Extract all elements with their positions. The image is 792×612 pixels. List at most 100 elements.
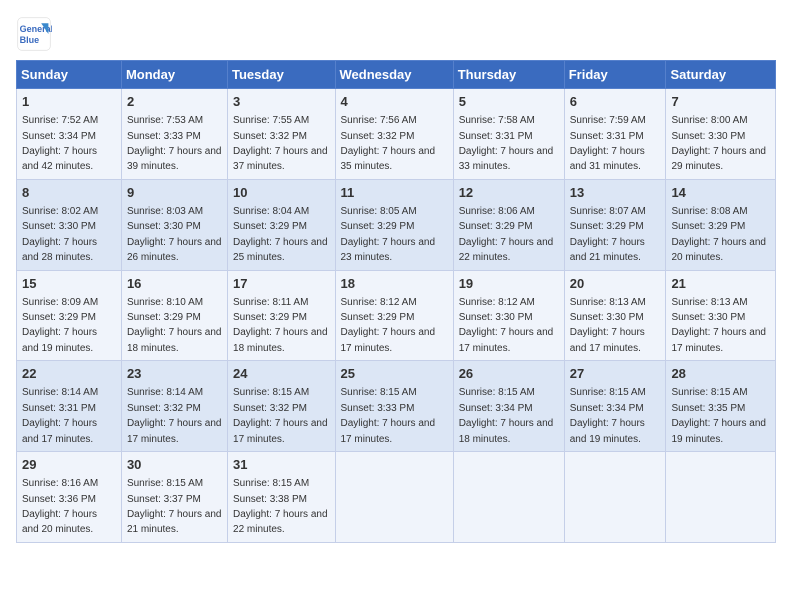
- day-number: 27: [570, 365, 661, 383]
- sunset-info: Sunset: 3:30 PM: [459, 312, 533, 323]
- day-number: 17: [233, 275, 329, 293]
- day-number: 3: [233, 93, 329, 111]
- weekday-header: Friday: [564, 61, 666, 89]
- day-number: 30: [127, 456, 222, 474]
- daylight-info: Daylight: 7 hours and 18 minutes.: [127, 327, 222, 353]
- daylight-info: Daylight: 7 hours and 29 minutes.: [671, 146, 766, 172]
- weekday-header: Tuesday: [228, 61, 335, 89]
- sunrise-info: Sunrise: 7:58 AM: [459, 115, 535, 126]
- sunrise-info: Sunrise: 8:11 AM: [233, 297, 308, 308]
- logo: General Blue: [16, 16, 52, 52]
- calendar-cell: 22Sunrise: 8:14 AMSunset: 3:31 PMDayligh…: [17, 361, 122, 452]
- calendar-cell: [453, 452, 564, 543]
- calendar-cell: 10Sunrise: 8:04 AMSunset: 3:29 PMDayligh…: [228, 179, 335, 270]
- sunrise-info: Sunrise: 8:14 AM: [127, 387, 203, 398]
- calendar-cell: 13Sunrise: 8:07 AMSunset: 3:29 PMDayligh…: [564, 179, 666, 270]
- sunset-info: Sunset: 3:32 PM: [127, 403, 201, 414]
- sunrise-info: Sunrise: 8:15 AM: [341, 387, 417, 398]
- weekday-header: Monday: [121, 61, 227, 89]
- calendar-cell: 27Sunrise: 8:15 AMSunset: 3:34 PMDayligh…: [564, 361, 666, 452]
- daylight-info: Daylight: 7 hours and 25 minutes.: [233, 237, 328, 263]
- daylight-info: Daylight: 7 hours and 35 minutes.: [341, 146, 436, 172]
- sunrise-info: Sunrise: 8:16 AM: [22, 478, 98, 489]
- sunrise-info: Sunrise: 8:15 AM: [233, 478, 309, 489]
- sunset-info: Sunset: 3:31 PM: [22, 403, 96, 414]
- sunset-info: Sunset: 3:29 PM: [341, 221, 415, 232]
- sunset-info: Sunset: 3:29 PM: [341, 312, 415, 323]
- sunset-info: Sunset: 3:36 PM: [22, 494, 96, 505]
- sunset-info: Sunset: 3:30 PM: [671, 131, 745, 142]
- sunrise-info: Sunrise: 8:15 AM: [233, 387, 309, 398]
- day-number: 16: [127, 275, 222, 293]
- sunset-info: Sunset: 3:30 PM: [127, 221, 201, 232]
- day-number: 18: [341, 275, 448, 293]
- sunset-info: Sunset: 3:32 PM: [233, 403, 307, 414]
- daylight-info: Daylight: 7 hours and 19 minutes.: [671, 418, 766, 444]
- daylight-info: Daylight: 7 hours and 18 minutes.: [459, 418, 554, 444]
- daylight-info: Daylight: 7 hours and 33 minutes.: [459, 146, 554, 172]
- daylight-info: Daylight: 7 hours and 39 minutes.: [127, 146, 222, 172]
- sunrise-info: Sunrise: 8:04 AM: [233, 206, 309, 217]
- sunrise-info: Sunrise: 7:55 AM: [233, 115, 309, 126]
- day-number: 25: [341, 365, 448, 383]
- day-number: 26: [459, 365, 559, 383]
- header: General Blue: [16, 16, 776, 52]
- weekday-header: Sunday: [17, 61, 122, 89]
- calendar-cell: 18Sunrise: 8:12 AMSunset: 3:29 PMDayligh…: [335, 270, 453, 361]
- sunset-info: Sunset: 3:29 PM: [459, 221, 533, 232]
- day-number: 29: [22, 456, 116, 474]
- sunrise-info: Sunrise: 8:15 AM: [127, 478, 203, 489]
- calendar-cell: 16Sunrise: 8:10 AMSunset: 3:29 PMDayligh…: [121, 270, 227, 361]
- calendar-table: SundayMondayTuesdayWednesdayThursdayFrid…: [16, 60, 776, 543]
- day-number: 19: [459, 275, 559, 293]
- sunrise-info: Sunrise: 8:09 AM: [22, 297, 98, 308]
- calendar-cell: 31Sunrise: 8:15 AMSunset: 3:38 PMDayligh…: [228, 452, 335, 543]
- daylight-info: Daylight: 7 hours and 22 minutes.: [459, 237, 554, 263]
- calendar-cell: 25Sunrise: 8:15 AMSunset: 3:33 PMDayligh…: [335, 361, 453, 452]
- calendar-cell: [564, 452, 666, 543]
- weekday-header-row: SundayMondayTuesdayWednesdayThursdayFrid…: [17, 61, 776, 89]
- calendar-week-row: 29Sunrise: 8:16 AMSunset: 3:36 PMDayligh…: [17, 452, 776, 543]
- sunset-info: Sunset: 3:29 PM: [127, 312, 201, 323]
- daylight-info: Daylight: 7 hours and 42 minutes.: [22, 146, 97, 172]
- sunset-info: Sunset: 3:29 PM: [22, 312, 96, 323]
- sunset-info: Sunset: 3:30 PM: [22, 221, 96, 232]
- sunset-info: Sunset: 3:34 PM: [459, 403, 533, 414]
- sunset-info: Sunset: 3:32 PM: [233, 131, 307, 142]
- day-number: 23: [127, 365, 222, 383]
- day-number: 6: [570, 93, 661, 111]
- daylight-info: Daylight: 7 hours and 19 minutes.: [570, 418, 645, 444]
- calendar-cell: 21Sunrise: 8:13 AMSunset: 3:30 PMDayligh…: [666, 270, 776, 361]
- day-number: 2: [127, 93, 222, 111]
- sunset-info: Sunset: 3:35 PM: [671, 403, 745, 414]
- sunrise-info: Sunrise: 8:08 AM: [671, 206, 747, 217]
- calendar-cell: 23Sunrise: 8:14 AMSunset: 3:32 PMDayligh…: [121, 361, 227, 452]
- calendar-cell: 5Sunrise: 7:58 AMSunset: 3:31 PMDaylight…: [453, 89, 564, 180]
- daylight-info: Daylight: 7 hours and 26 minutes.: [127, 237, 222, 263]
- day-number: 28: [671, 365, 770, 383]
- calendar-cell: 9Sunrise: 8:03 AMSunset: 3:30 PMDaylight…: [121, 179, 227, 270]
- calendar-cell: 7Sunrise: 8:00 AMSunset: 3:30 PMDaylight…: [666, 89, 776, 180]
- sunset-info: Sunset: 3:37 PM: [127, 494, 201, 505]
- sunrise-info: Sunrise: 8:13 AM: [671, 297, 747, 308]
- calendar-cell: 30Sunrise: 8:15 AMSunset: 3:37 PMDayligh…: [121, 452, 227, 543]
- daylight-info: Daylight: 7 hours and 20 minutes.: [671, 237, 766, 263]
- calendar-cell: 6Sunrise: 7:59 AMSunset: 3:31 PMDaylight…: [564, 89, 666, 180]
- calendar-week-row: 15Sunrise: 8:09 AMSunset: 3:29 PMDayligh…: [17, 270, 776, 361]
- sunset-info: Sunset: 3:29 PM: [671, 221, 745, 232]
- sunset-info: Sunset: 3:29 PM: [233, 312, 307, 323]
- sunrise-info: Sunrise: 7:52 AM: [22, 115, 98, 126]
- calendar-cell: 20Sunrise: 8:13 AMSunset: 3:30 PMDayligh…: [564, 270, 666, 361]
- day-number: 20: [570, 275, 661, 293]
- sunset-info: Sunset: 3:33 PM: [127, 131, 201, 142]
- sunset-info: Sunset: 3:31 PM: [570, 131, 644, 142]
- daylight-info: Daylight: 7 hours and 17 minutes.: [341, 418, 436, 444]
- day-number: 7: [671, 93, 770, 111]
- sunrise-info: Sunrise: 8:12 AM: [341, 297, 417, 308]
- sunset-info: Sunset: 3:32 PM: [341, 131, 415, 142]
- calendar-cell: 24Sunrise: 8:15 AMSunset: 3:32 PMDayligh…: [228, 361, 335, 452]
- weekday-header: Saturday: [666, 61, 776, 89]
- sunrise-info: Sunrise: 8:05 AM: [341, 206, 417, 217]
- sunset-info: Sunset: 3:34 PM: [570, 403, 644, 414]
- calendar-cell: 28Sunrise: 8:15 AMSunset: 3:35 PMDayligh…: [666, 361, 776, 452]
